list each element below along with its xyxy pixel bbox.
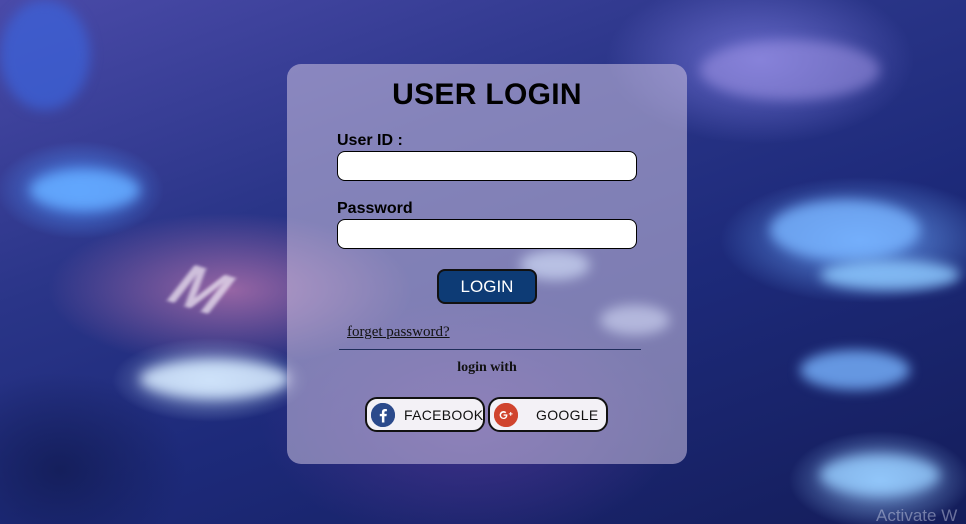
login-card: USER LOGIN User ID : Password LOGIN forg… <box>287 64 687 464</box>
facebook-icon <box>371 403 395 427</box>
login-button[interactable]: LOGIN <box>437 269 537 304</box>
password-input[interactable] <box>337 219 637 249</box>
facebook-login-button[interactable]: FACEBOOK <box>365 397 485 432</box>
activate-windows-watermark: Activate W <box>876 506 958 524</box>
background-glow <box>140 360 290 398</box>
background-glow <box>800 350 910 390</box>
user-id-input[interactable] <box>337 151 637 181</box>
password-label: Password <box>337 200 413 217</box>
login-with-text: login with <box>457 360 517 375</box>
google-login-button[interactable]: GOOGLE <box>488 397 608 432</box>
background-glow <box>700 40 880 100</box>
divider <box>339 349 641 350</box>
background-glow <box>30 170 140 210</box>
keyboard-key-glyph: M <box>153 253 250 328</box>
background-glow <box>770 200 920 260</box>
user-id-label: User ID : <box>337 132 403 149</box>
forget-password-link[interactable]: forget password? <box>347 324 450 341</box>
background-glow <box>820 260 960 290</box>
facebook-label: FACEBOOK <box>404 407 484 423</box>
google-label: GOOGLE <box>536 407 599 423</box>
background-glow <box>0 0 90 110</box>
google-plus-icon <box>494 403 518 427</box>
login-title: USER LOGIN <box>392 78 582 111</box>
background-glow <box>820 455 940 495</box>
